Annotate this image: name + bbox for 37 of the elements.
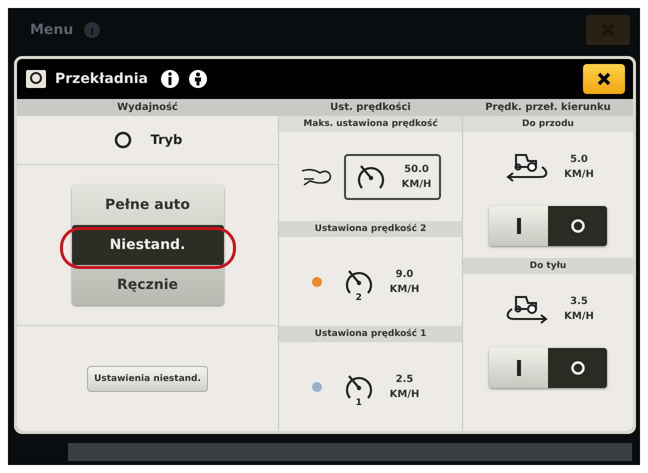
speed-setting[interactable]: 2 9.0 KM/H <box>332 258 430 304</box>
speed-setting[interactable]: 50.0 KM/H <box>344 154 442 200</box>
transmission-icon <box>25 69 47 89</box>
speed-value: 9.0 KM/H <box>390 268 420 296</box>
column-heading: Ust. prędkości <box>279 99 462 116</box>
on-symbol-icon <box>516 217 522 235</box>
mode-option[interactable]: Niestand. <box>72 225 224 265</box>
speed-value: 5.0 KM/H <box>564 153 594 182</box>
menu-title: Menu <box>30 22 74 38</box>
custom-settings-button[interactable]: Ustawienia niestand. <box>87 366 208 392</box>
column-heading: Prędk. przeł. kierunku <box>463 99 633 116</box>
speed-setting[interactable]: 1 2.5 KM/H <box>332 364 430 410</box>
speed-value: 50.0 KM/H <box>402 162 432 192</box>
section-heading: Do tyłu <box>463 258 633 274</box>
section-heading: Maks. ustawiona prędkość <box>279 116 462 132</box>
column-heading: Wydajność <box>17 99 278 116</box>
off-symbol-icon <box>570 360 586 376</box>
dialog-title: Przekładnia <box>55 71 148 87</box>
close-button[interactable] <box>583 64 625 94</box>
ring-icon <box>112 130 133 150</box>
close-icon <box>596 71 612 87</box>
speed-value: 2.5 KM/H <box>390 372 420 402</box>
section-heading: Ustawiona prędkość 1 <box>279 326 462 342</box>
off-symbol-icon <box>570 218 586 234</box>
preset-number: 2 <box>356 292 362 302</box>
on-symbol-icon <box>516 359 522 377</box>
section-heading: Do przodu <box>463 116 633 132</box>
preset-number: 1 <box>356 398 362 408</box>
on-off-switch[interactable] <box>489 348 607 388</box>
mode-option[interactable]: Ręcznie <box>72 265 224 305</box>
mode-label: Tryb <box>150 132 182 148</box>
speed-value: 3.5 KM/H <box>564 295 594 324</box>
mode-option[interactable]: Pełne auto <box>72 185 224 225</box>
on-off-switch[interactable] <box>489 206 607 246</box>
section-heading: Ustawiona prędkość 2 <box>279 221 462 237</box>
info-icon[interactable] <box>160 69 180 89</box>
person-info-icon[interactable] <box>188 69 208 89</box>
